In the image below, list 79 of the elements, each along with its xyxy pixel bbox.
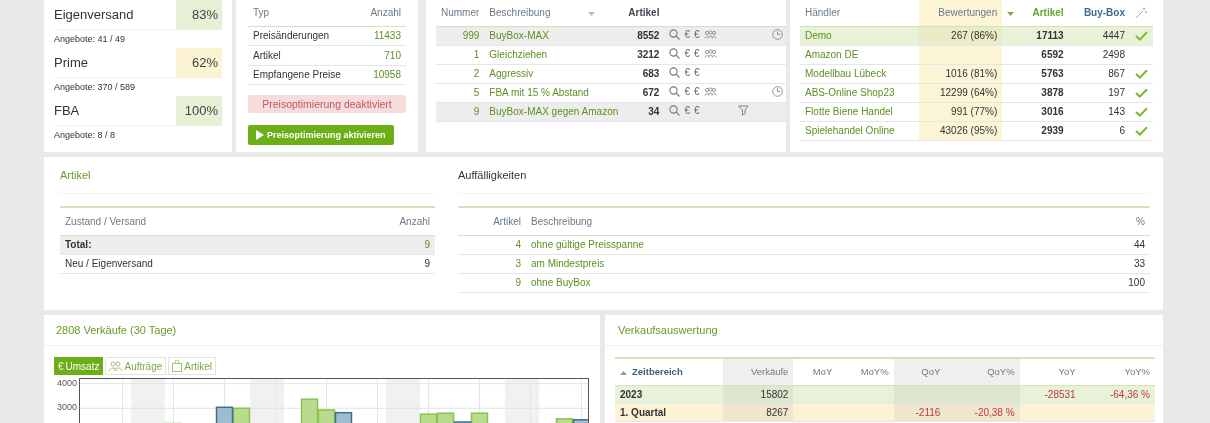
- column-header: QoY: [893, 358, 946, 385]
- euro-icon: €: [684, 48, 690, 59]
- table-cell: 6: [1068, 121, 1130, 140]
- table-cell: 5: [436, 83, 485, 102]
- table-cell: 2939: [1019, 121, 1069, 140]
- table-cell: 9: [325, 254, 435, 273]
- column-header: %: [1038, 207, 1150, 235]
- offers-count: Angebote: 8 / 8: [54, 129, 117, 140]
- column-header: Buy-Box: [1068, 0, 1130, 26]
- table-cell: Neu / Eigenversand: [60, 254, 326, 273]
- table-cell: 999: [436, 26, 485, 45]
- column-header: YoY%: [1080, 358, 1155, 385]
- euro-icon: €: [694, 67, 700, 78]
- table-cell: 5763: [1019, 64, 1069, 83]
- euro-icon: €: [684, 67, 690, 78]
- euro-icon: €: [694, 105, 700, 116]
- euro-icon: €: [694, 29, 700, 40]
- table-cell: 3016: [1019, 102, 1069, 121]
- euro-icon: €: [694, 86, 700, 97]
- table-cell: 10958: [359, 65, 406, 85]
- rate-label: FBA: [54, 103, 81, 118]
- column-header: Beschreibung: [526, 207, 1039, 235]
- column-header: Artikel: [458, 207, 526, 235]
- table-cell: 197: [1068, 83, 1130, 102]
- column-header: Beschreibung: [484, 0, 584, 26]
- table-cell: 683: [623, 64, 665, 83]
- panel-title: Artikel: [60, 157, 435, 194]
- table-cell: 3: [458, 254, 526, 273]
- rate-percent: 100%: [176, 95, 222, 126]
- offers-count: Angebote: 370 / 589: [54, 81, 137, 92]
- column-header: Bewertungen: [919, 0, 1003, 26]
- table-cell: Preisänderungen: [248, 26, 360, 46]
- column-header: Typ: [248, 0, 360, 26]
- column-header: MoY: [793, 358, 838, 385]
- table-cell: 2498: [1068, 45, 1130, 64]
- column-header: QoY%: [945, 358, 1020, 385]
- euro-icon: €: [684, 29, 690, 40]
- table-cell: 1: [436, 45, 485, 64]
- column-header: Artikel: [1019, 0, 1069, 26]
- table-cell: 672: [623, 83, 665, 102]
- column-header: Anzahl: [325, 207, 435, 235]
- table-cell: 33: [1038, 254, 1150, 273]
- offers-count: Angebote: 41 / 49: [54, 33, 127, 44]
- column-header: Verkäufe: [722, 358, 794, 385]
- column-header: Anzahl: [359, 0, 406, 26]
- table-cell: Artikel: [248, 45, 360, 65]
- column-header: Nummer: [436, 0, 485, 26]
- table-cell: 710: [359, 45, 406, 65]
- table-cell: 867: [1068, 64, 1130, 83]
- table-cell: 4: [458, 235, 526, 254]
- table-cell: 100: [1038, 273, 1150, 292]
- status-alert: Preisoptimierung deaktiviert: [248, 95, 406, 113]
- table-cell: 11433: [359, 26, 406, 46]
- table-cell: 143: [1068, 102, 1130, 121]
- column-header: Zustand / Versand: [60, 207, 326, 235]
- column-header: Artikel: [623, 0, 665, 26]
- panel-title: Auffälligkeiten: [458, 157, 1150, 194]
- table-cell: 3878: [1019, 83, 1069, 102]
- table-cell: 2: [436, 64, 485, 83]
- euro-icon: €: [694, 48, 700, 59]
- axis-label: 4000: [56, 377, 77, 388]
- rate-percent: 83%: [176, 0, 222, 30]
- panel-title: Verkaufsauswertung: [605, 315, 1163, 346]
- rate-label: Prime: [54, 55, 89, 70]
- column-header: YoY: [1019, 358, 1081, 385]
- table-cell: Empfangene Preise: [248, 65, 360, 85]
- column-header: MoY%: [837, 358, 894, 385]
- axis-label: 3000: [56, 402, 77, 413]
- table-cell: 9: [458, 273, 526, 292]
- chart-title: 2808 Verkäufe (30 Tage): [44, 315, 600, 346]
- euro-icon: €: [684, 86, 690, 97]
- euro-icon: €: [58, 360, 64, 372]
- table-cell: 9: [436, 102, 485, 121]
- rate-percent: 62%: [176, 47, 222, 78]
- table-cell: 6592: [1019, 45, 1069, 64]
- table-cell: 3212: [623, 45, 665, 64]
- table-cell: 44: [1038, 235, 1150, 254]
- rate-label: Eigenversand: [54, 7, 135, 22]
- euro-icon: €: [684, 105, 690, 116]
